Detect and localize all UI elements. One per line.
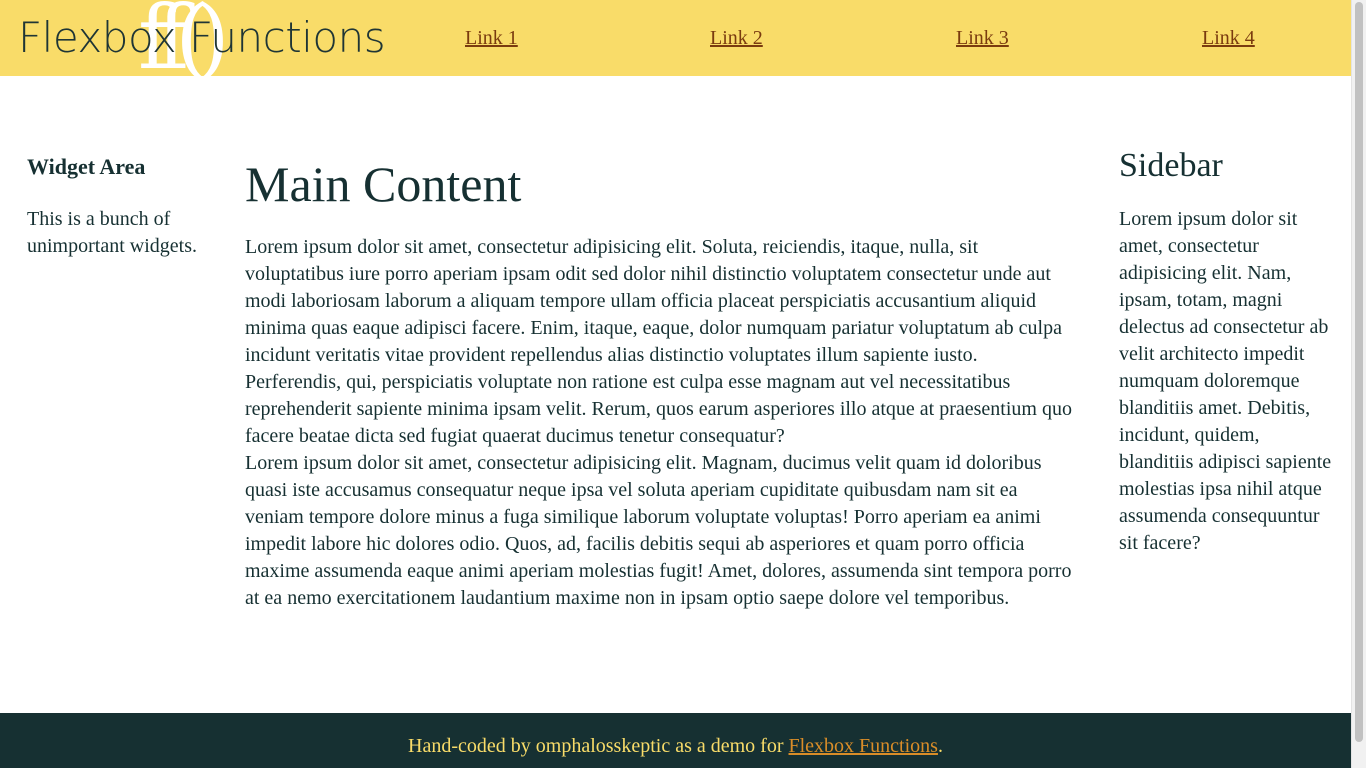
sidebar-text: Lorem ipsum dolor sit amet, consectetur …: [1119, 208, 1332, 554]
widget-area: Widget Area This is a bunch of unimporta…: [27, 152, 207, 260]
widget-area-title: Widget Area: [27, 154, 146, 179]
nav-link-1[interactable]: Link 1: [465, 27, 518, 50]
site-footer: Hand-coded by omphalosskeptic as a demo …: [0, 713, 1351, 768]
main-content: Main Content Lorem ipsum dolor sit amet,…: [245, 152, 1075, 612]
logo-text: Flexbox Functions: [18, 13, 386, 62]
sidebar-title: Sidebar: [1119, 147, 1223, 184]
vertical-scrollbar[interactable]: [1351, 0, 1366, 768]
page: ff() Flexbox Functions Link 1 Link 2 Lin…: [0, 0, 1351, 768]
main-paragraph-2: Lorem ipsum dolor sit amet, consectetur …: [245, 452, 1072, 609]
scrollbar-thumb[interactable]: [1355, 2, 1363, 742]
main-paragraph-1: Lorem ipsum dolor sit amet, consectetur …: [245, 236, 1072, 447]
footer-text: Hand-coded by omphalosskeptic as a demo …: [408, 735, 789, 757]
site-header: ff() Flexbox Functions Link 1 Link 2 Lin…: [0, 0, 1351, 76]
nav-link-3[interactable]: Link 3: [956, 27, 1009, 50]
widget-area-text: This is a bunch of unimportant widgets.: [27, 208, 197, 257]
nav-link-4[interactable]: Link 4: [1202, 27, 1255, 50]
site-logo[interactable]: ff() Flexbox Functions: [18, 0, 386, 76]
nav-link-2[interactable]: Link 2: [710, 27, 763, 50]
sidebar: Sidebar Lorem ipsum dolor sit amet, cons…: [1119, 146, 1334, 557]
main-content-title: Main Content: [245, 156, 522, 212]
footer-credit: Hand-coded by omphalosskeptic as a demo …: [0, 735, 1351, 758]
footer-link[interactable]: Flexbox Functions: [789, 735, 938, 757]
footer-text-end: .: [937, 735, 943, 757]
